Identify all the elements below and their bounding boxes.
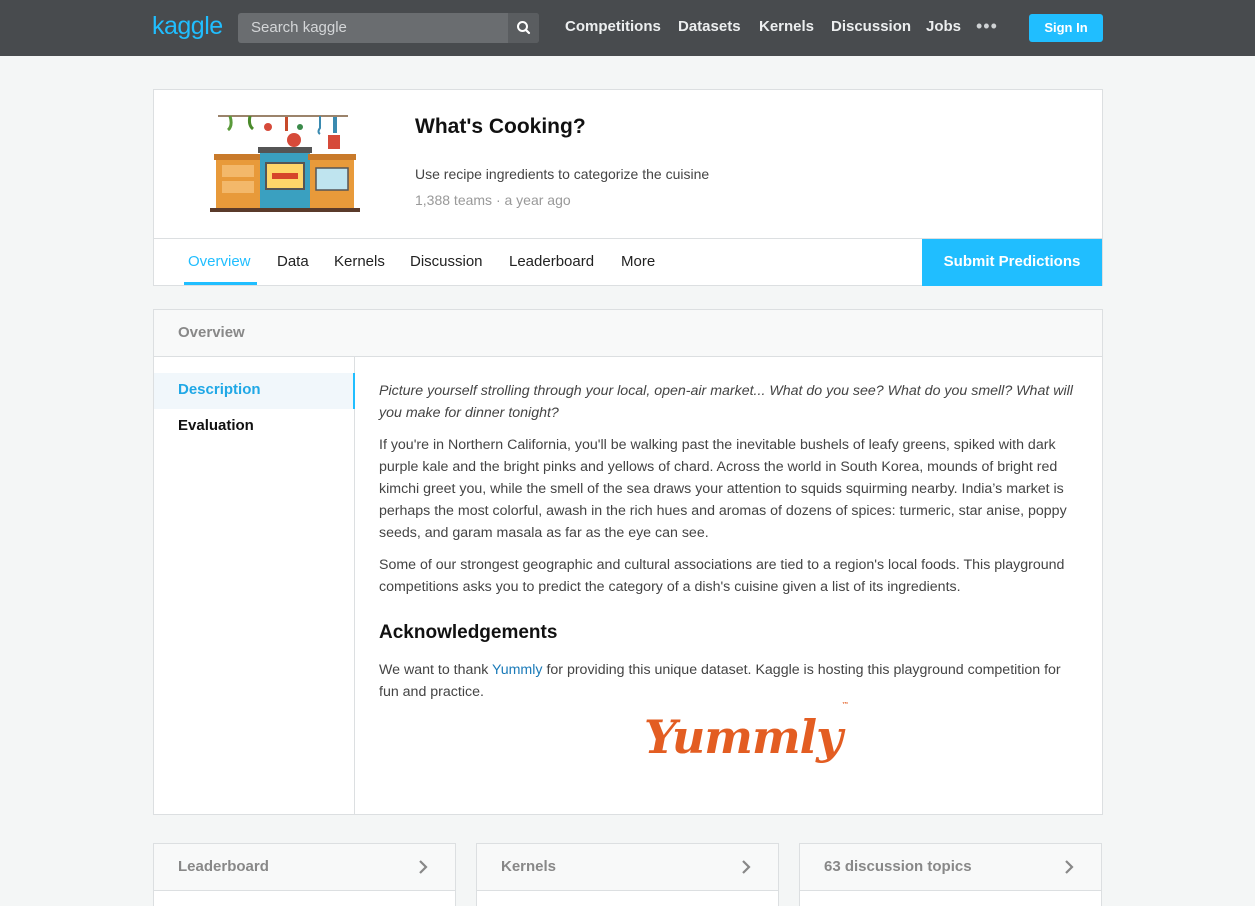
nav-discussion[interactable]: Discussion	[831, 18, 911, 35]
body-paragraph-2: Some of our strongest geographic and cul…	[379, 557, 1065, 595]
tab-overview[interactable]: Overview	[188, 253, 251, 270]
description-content: Picture yourself strolling through your …	[379, 380, 1079, 713]
sidebar-item-evaluation[interactable]: Evaluation	[154, 409, 355, 445]
leaderboard-card-title: Leaderboard	[178, 858, 269, 875]
chevron-right-icon	[742, 860, 751, 874]
yummly-logo-text: Yummly	[644, 710, 843, 764]
overview-header-label: Overview	[178, 324, 245, 341]
overview-sidebar: Description Evaluation	[154, 357, 355, 814]
kernels-card-title: Kernels	[501, 858, 557, 875]
yummly-trademark: ™	[841, 699, 849, 709]
tab-discussion[interactable]: Discussion	[410, 253, 483, 270]
acknowledgements-paragraph: We want to thank Yummly for providing th…	[379, 659, 1079, 703]
acknowledgements-heading: Acknowledgements	[379, 622, 558, 643]
more-menu-icon[interactable]: •••	[976, 17, 998, 35]
body-paragraph-1: If you're in Northern California, you'll…	[379, 437, 1067, 541]
nav-datasets[interactable]: Datasets	[678, 18, 741, 35]
competition-title: What's Cooking?	[415, 115, 586, 138]
search-input[interactable]: Search kaggle	[238, 13, 539, 43]
discussion-card[interactable]: 63 discussion topics	[799, 843, 1102, 906]
kernels-card[interactable]: Kernels	[476, 843, 779, 906]
active-tab-indicator	[184, 282, 257, 285]
search-button[interactable]	[508, 13, 539, 43]
search-icon	[517, 21, 531, 35]
tab-leaderboard[interactable]: Leaderboard	[509, 253, 594, 270]
submit-predictions-button[interactable]: Submit Predictions	[922, 239, 1102, 286]
competition-tabs: Overview Data Kernels Discussion Leaderb…	[154, 238, 1102, 286]
discussion-card-title: 63 discussion topics	[824, 858, 972, 875]
intro-paragraph: Picture yourself strolling through your …	[379, 383, 1073, 421]
sidebar-item-description[interactable]: Description	[154, 373, 355, 409]
overview-header: Overview	[154, 310, 1102, 357]
overview-panel: Overview Description Evaluation Picture …	[153, 309, 1103, 815]
yummly-link[interactable]: Yummly	[492, 662, 542, 678]
ack-text-before: We want to thank	[379, 662, 493, 678]
competition-header: What's Cooking? Use recipe ingredients t…	[153, 89, 1103, 286]
competition-subtitle: Use recipe ingredients to categorize the…	[415, 166, 710, 182]
yummly-logo: Yummly™	[644, 700, 849, 764]
chevron-right-icon	[419, 860, 428, 874]
nav-jobs[interactable]: Jobs	[926, 18, 961, 35]
tab-more[interactable]: More	[621, 253, 655, 270]
tab-data[interactable]: Data	[277, 253, 309, 270]
kitchen-illustration	[210, 115, 360, 212]
nav-competitions[interactable]: Competitions	[565, 18, 661, 35]
kaggle-logo[interactable]: kaggle	[152, 12, 223, 41]
tab-kernels[interactable]: Kernels	[334, 253, 385, 270]
sign-in-button[interactable]: Sign In	[1029, 14, 1103, 42]
top-nav: kaggle Search kaggle Competitions Datase…	[0, 0, 1255, 56]
chevron-right-icon	[1065, 860, 1074, 874]
competition-meta: 1,388 teams · a year ago	[415, 192, 571, 208]
leaderboard-card[interactable]: Leaderboard	[153, 843, 456, 906]
nav-kernels[interactable]: Kernels	[759, 18, 814, 35]
search-placeholder: Search kaggle	[251, 19, 347, 36]
